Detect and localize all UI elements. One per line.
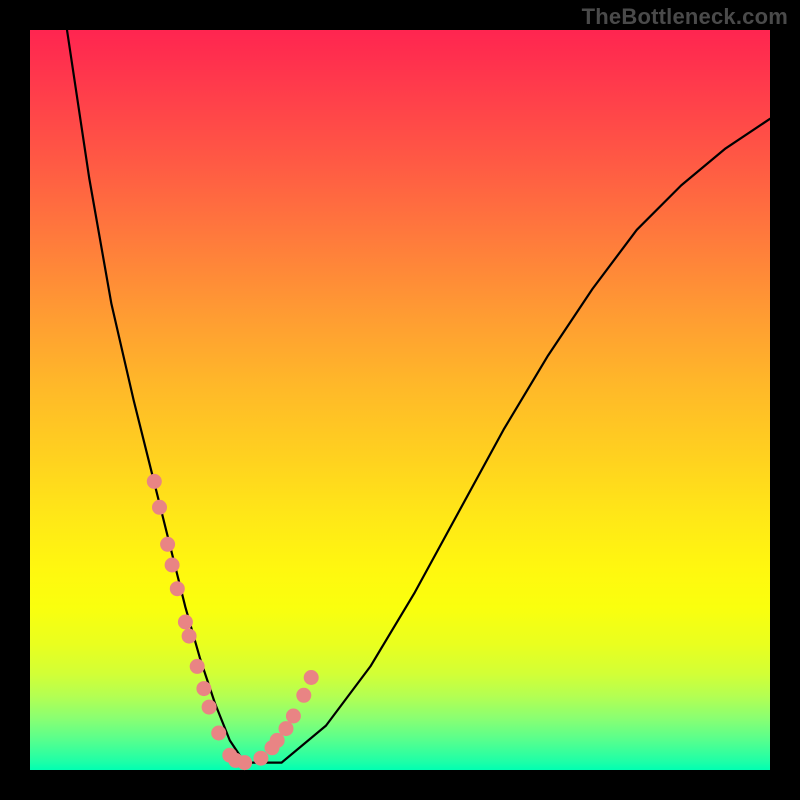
- scatter-dot: [286, 709, 300, 723]
- scatter-dot: [153, 500, 167, 514]
- chart-frame: TheBottleneck.com: [0, 0, 800, 800]
- scatter-dot: [190, 659, 204, 673]
- scatter-dot: [197, 682, 211, 696]
- scatter-dot: [202, 700, 216, 714]
- plot-area: [30, 30, 770, 770]
- watermark-text: TheBottleneck.com: [582, 4, 788, 30]
- scatter-dot: [182, 629, 196, 643]
- scatter-dot: [212, 726, 226, 740]
- scatter-dot: [170, 582, 184, 596]
- scatter-dot: [304, 671, 318, 685]
- bottleneck-curve: [67, 30, 770, 763]
- scatter-dot: [161, 537, 175, 551]
- scatter-dot: [270, 733, 284, 747]
- scatter-dot: [238, 756, 252, 770]
- scatter-dot: [297, 688, 311, 702]
- scatter-dot: [279, 722, 293, 736]
- scatter-dots: [147, 474, 318, 769]
- chart-svg: [30, 30, 770, 770]
- scatter-dot: [178, 615, 192, 629]
- scatter-dot: [254, 751, 268, 765]
- scatter-dot: [165, 558, 179, 572]
- scatter-dot: [147, 474, 161, 488]
